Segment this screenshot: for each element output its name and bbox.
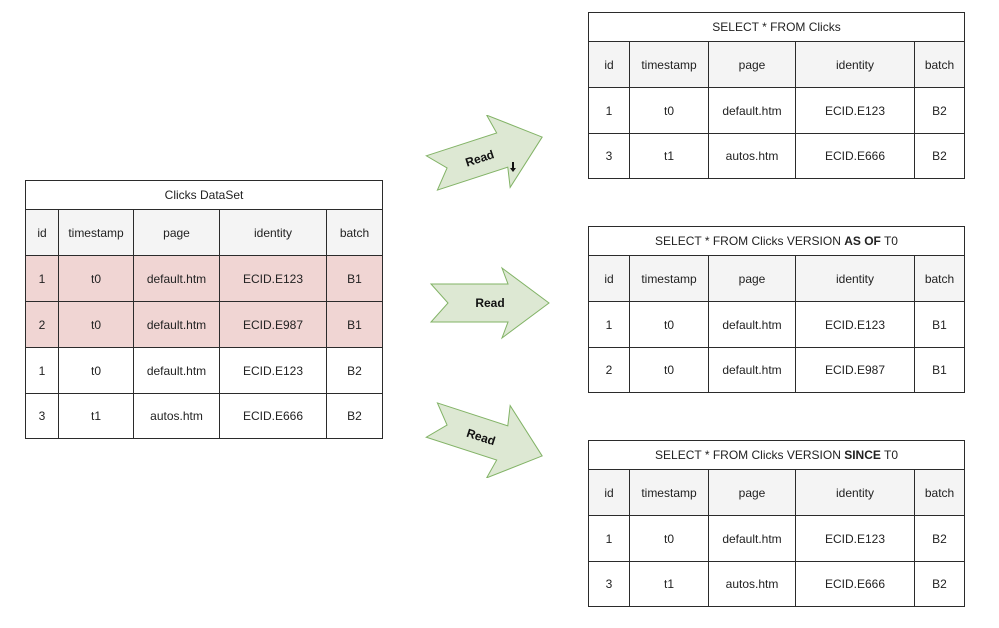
query-title: SELECT * FROM Clicks VERSION AS OF T0 bbox=[587, 226, 966, 256]
column-header-identity: identity bbox=[795, 469, 915, 516]
table-row: 3 t1 autos.htm ECID.E666 B2 bbox=[588, 561, 966, 607]
cell-batch: B2 bbox=[325, 347, 384, 394]
dataset-title: Clicks DataSet bbox=[24, 180, 384, 210]
cell-batch: B2 bbox=[913, 87, 966, 134]
cell-page: autos.htm bbox=[708, 561, 796, 607]
cell-timestamp: t0 bbox=[629, 301, 709, 348]
query-title: SELECT * FROM Clicks VERSION SINCE T0 bbox=[587, 440, 966, 470]
column-header-page: page bbox=[708, 255, 796, 302]
cell-identity: ECID.E666 bbox=[795, 133, 915, 179]
column-header-id: id bbox=[25, 209, 59, 256]
query-result-table-latest: SELECT * FROM Clicks id timestamp page i… bbox=[587, 12, 966, 179]
clicks-dataset-table: Clicks DataSet id timestamp page identit… bbox=[24, 180, 384, 439]
cell-page: default.htm bbox=[133, 255, 220, 302]
cell-timestamp: t0 bbox=[629, 515, 709, 562]
cell-page: default.htm bbox=[708, 87, 796, 134]
query-result-table-since: SELECT * FROM Clicks VERSION SINCE T0 id… bbox=[587, 440, 966, 607]
cell-identity: ECID.E123 bbox=[795, 87, 915, 134]
column-header-page: page bbox=[708, 41, 796, 88]
column-header-identity: identity bbox=[219, 209, 327, 256]
cell-identity: ECID.E666 bbox=[219, 393, 327, 439]
column-header-page: page bbox=[708, 469, 796, 516]
cell-timestamp: t0 bbox=[629, 87, 709, 134]
column-header-timestamp: timestamp bbox=[629, 469, 709, 516]
cell-timestamp: t1 bbox=[629, 561, 709, 607]
cell-page: default.htm bbox=[708, 515, 796, 562]
cell-id: 2 bbox=[588, 347, 630, 393]
cell-id: 3 bbox=[25, 393, 59, 439]
query-result-table-as-of: SELECT * FROM Clicks VERSION AS OF T0 id… bbox=[587, 226, 966, 393]
table-row: 3 t1 autos.htm ECID.E666 B2 bbox=[588, 133, 966, 179]
cell-page: default.htm bbox=[708, 301, 796, 348]
cell-batch: B1 bbox=[325, 255, 384, 302]
cell-timestamp: t0 bbox=[629, 347, 709, 393]
table-row: 1 t0 default.htm ECID.E123 B1 bbox=[25, 255, 384, 302]
column-header-batch: batch bbox=[913, 41, 966, 88]
column-header-id: id bbox=[588, 469, 630, 516]
cell-id: 3 bbox=[588, 561, 630, 607]
read-arrow-2: Read bbox=[429, 266, 550, 340]
cell-batch: B2 bbox=[913, 515, 966, 562]
table-row: 1 t0 default.htm ECID.E123 B2 bbox=[588, 515, 966, 562]
cell-timestamp: t0 bbox=[58, 255, 134, 302]
table-row: 1 t0 default.htm ECID.E123 B1 bbox=[588, 301, 966, 348]
cell-id: 3 bbox=[588, 133, 630, 179]
cell-batch: B2 bbox=[325, 393, 384, 439]
cell-page: default.htm bbox=[133, 301, 220, 348]
table-row: 1 t0 default.htm ECID.E123 B2 bbox=[588, 87, 966, 134]
column-header-identity: identity bbox=[795, 41, 915, 88]
table-row: 3 t1 autos.htm ECID.E666 B2 bbox=[25, 393, 384, 439]
cell-page: default.htm bbox=[133, 347, 220, 394]
column-header-batch: batch bbox=[325, 209, 384, 256]
cell-id: 1 bbox=[588, 515, 630, 562]
cell-id: 1 bbox=[25, 347, 59, 394]
cell-id: 1 bbox=[588, 87, 630, 134]
cell-id: 1 bbox=[25, 255, 59, 302]
query-title: SELECT * FROM Clicks bbox=[587, 12, 966, 42]
cell-batch: B1 bbox=[913, 301, 966, 348]
cell-timestamp: t1 bbox=[58, 393, 134, 439]
cell-identity: ECID.E987 bbox=[795, 347, 915, 393]
cell-identity: ECID.E987 bbox=[219, 301, 327, 348]
cell-page: default.htm bbox=[708, 347, 796, 393]
column-header-timestamp: timestamp bbox=[629, 41, 709, 88]
cell-id: 1 bbox=[588, 301, 630, 348]
cell-page: autos.htm bbox=[708, 133, 796, 179]
read-arrow-1: Read bbox=[425, 115, 543, 191]
table-row: 1 t0 default.htm ECID.E123 B2 bbox=[25, 347, 384, 394]
column-header-timestamp: timestamp bbox=[629, 255, 709, 302]
cell-batch: B1 bbox=[325, 301, 384, 348]
cell-batch: B2 bbox=[913, 561, 966, 607]
column-header-batch: batch bbox=[913, 469, 966, 516]
cell-identity: ECID.E123 bbox=[219, 255, 327, 302]
column-header-page: page bbox=[133, 209, 220, 256]
table-row: 2 t0 default.htm ECID.E987 B1 bbox=[25, 301, 384, 348]
column-header-identity: identity bbox=[795, 255, 915, 302]
column-header-batch: batch bbox=[913, 255, 966, 302]
cell-timestamp: t1 bbox=[629, 133, 709, 179]
table-row: 2 t0 default.htm ECID.E987 B1 bbox=[588, 347, 966, 393]
column-header-id: id bbox=[588, 255, 630, 302]
cell-batch: B1 bbox=[913, 347, 966, 393]
cell-page: autos.htm bbox=[133, 393, 220, 439]
cell-timestamp: t0 bbox=[58, 301, 134, 348]
column-header-timestamp: timestamp bbox=[58, 209, 134, 256]
cell-identity: ECID.E123 bbox=[795, 515, 915, 562]
cell-timestamp: t0 bbox=[58, 347, 134, 394]
cell-identity: ECID.E123 bbox=[795, 301, 915, 348]
column-header-id: id bbox=[588, 41, 630, 88]
cell-id: 2 bbox=[25, 301, 59, 348]
read-arrow-3: Read bbox=[425, 402, 543, 478]
cell-identity: ECID.E123 bbox=[219, 347, 327, 394]
arrow-label: Read bbox=[475, 296, 504, 310]
cell-batch: B2 bbox=[913, 133, 966, 179]
cell-identity: ECID.E666 bbox=[795, 561, 915, 607]
